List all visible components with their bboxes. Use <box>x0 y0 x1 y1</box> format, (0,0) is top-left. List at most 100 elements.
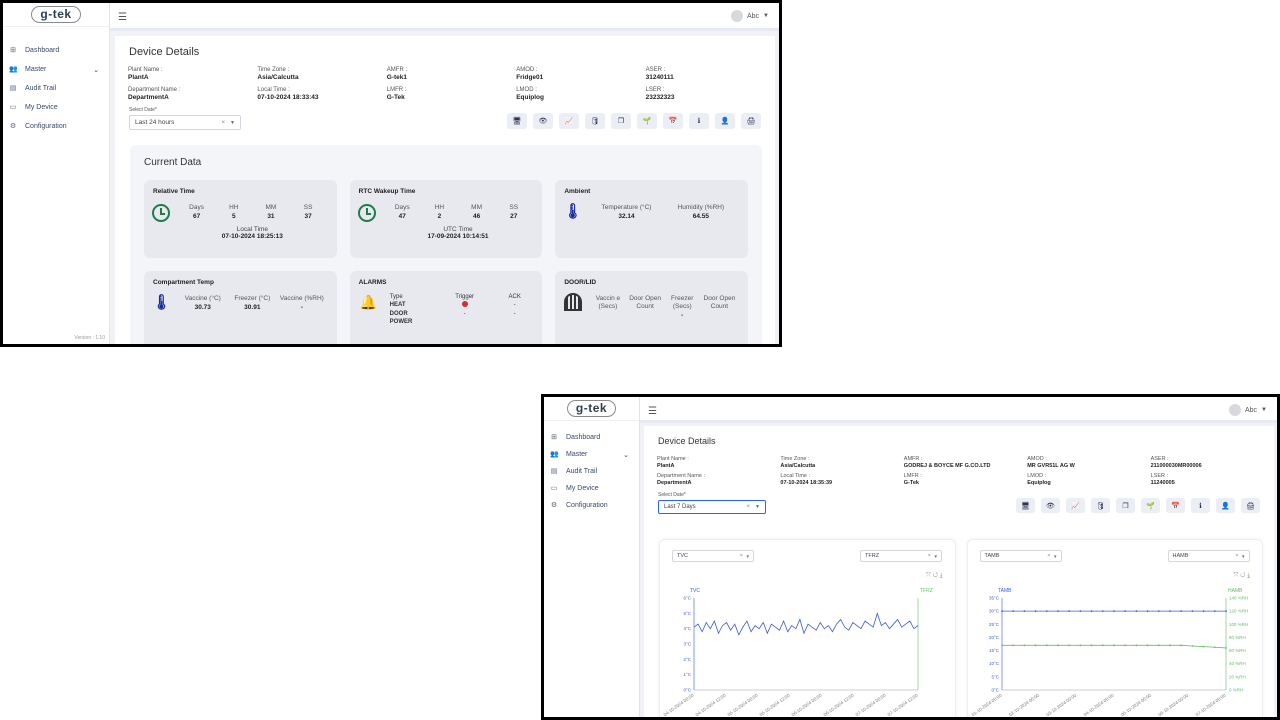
sidebar-item-dashboard[interactable]: ⊞ Dashboard <box>3 41 109 60</box>
download-icon[interactable]: ⤓ <box>940 573 945 579</box>
left-series-select[interactable]: TVC × ▼ <box>672 550 754 562</box>
clear-icon[interactable]: × <box>740 553 743 559</box>
sidebar-item-label: Configuration <box>25 123 67 130</box>
sidebar-item-audit-trail[interactable]: ▤ Audit Trail <box>3 79 109 98</box>
print-icon[interactable]: 🖨 <box>1241 498 1260 513</box>
col-head: Door Open Count <box>703 295 736 310</box>
days-col: Days 67 <box>178 204 215 220</box>
user-menu[interactable]: Abc ▼ <box>1228 404 1267 416</box>
info-icon[interactable]: ℹ <box>689 113 709 129</box>
sidebar-item-dashboard[interactable]: ⊞ Dashboard <box>544 429 639 446</box>
col-value: 46 <box>472 213 481 220</box>
info-lmod: LMOD : Equiplog <box>1027 473 1150 486</box>
menu-toggle-icon[interactable]: ☰ <box>648 406 657 417</box>
user-menu[interactable]: Abc ▼ <box>730 10 769 22</box>
sidebar-item-master[interactable]: 👥 Master ⌄ <box>3 60 109 79</box>
chart-icon[interactable]: 📈 <box>559 113 579 129</box>
sidebar-item-my-device[interactable]: ▭ My Device <box>544 480 639 497</box>
chevron-down-icon[interactable]: ▼ <box>230 120 235 126</box>
left-series-select[interactable]: TAMB × ▼ <box>979 550 1062 562</box>
menu-toggle-icon[interactable]: ☰ <box>118 12 127 23</box>
eye-icon[interactable]: 👁 <box>533 113 553 129</box>
zoom-icon[interactable]: ⤧ <box>926 573 933 579</box>
door-open-count-col: Door Open Count <box>701 295 738 319</box>
data-point-hamb <box>1146 644 1148 647</box>
sidebar-item-my-device[interactable]: ▭ My Device <box>3 98 109 117</box>
col-head: Days <box>189 204 204 211</box>
plant-icon[interactable]: 🌱 <box>637 113 657 129</box>
sidebar-item-audit-trail[interactable]: ▤ Audit Trail <box>544 463 639 480</box>
logo[interactable]: g-tek <box>544 397 639 421</box>
logo[interactable]: g-tek <box>3 3 109 27</box>
info-lmfr: LMFR : G-Tek <box>387 87 516 101</box>
clear-icon[interactable]: × <box>1235 553 1238 559</box>
x-tick-label: 05-10-2024 12:00 <box>759 692 791 717</box>
chevron-down-icon[interactable]: ▼ <box>1241 554 1245 559</box>
date-select-value: Last 7 Days <box>664 504 696 510</box>
chevron-down-icon[interactable]: ▼ <box>755 504 760 510</box>
right-series-select[interactable]: TFRZ × ▼ <box>860 550 942 562</box>
select-value: TVC <box>677 553 688 559</box>
chevron-down-icon[interactable]: ▼ <box>1053 554 1057 559</box>
utc-time: UTC Time 17-09-2024 10:14:51 <box>384 226 533 240</box>
data-point-tamb <box>1112 610 1115 613</box>
clear-icon[interactable]: × <box>1047 553 1050 559</box>
reset-icon[interactable]: ↺ <box>933 573 940 579</box>
download-icon[interactable]: ⤓ <box>1247 573 1252 579</box>
chevron-down-icon[interactable]: ▼ <box>746 554 750 559</box>
print-icon[interactable]: 🖨 <box>741 113 761 129</box>
date-select-input[interactable]: Last 24 hours × ▼ <box>129 115 241 130</box>
copy-icon[interactable]: ❐ <box>611 113 631 129</box>
data-point-hamb <box>1079 644 1081 647</box>
filter-row: Select Date* Last 24 hours × ▼ 🖥 👁 📈 🛢 ❐ 🌱… <box>115 101 775 135</box>
main-panel: Device Details Plant Name : PlantA Time Z… <box>115 36 775 344</box>
info-label: AMOD : <box>1027 456 1047 462</box>
x-tick-label: 07-10-2024 00:00 <box>1194 692 1226 717</box>
clear-icon[interactable]: × <box>928 553 931 559</box>
alert-dot-icon <box>461 301 468 307</box>
clear-icon[interactable]: × <box>221 119 225 126</box>
clear-icon[interactable]: × <box>746 504 750 510</box>
chart-tools: ⤧↺⤓ <box>926 573 945 580</box>
user-settings-icon[interactable]: 👤 <box>715 113 735 129</box>
sidebar-item-label: Master <box>566 451 588 458</box>
x-tick-label: 04-10-2024 12:00 <box>695 692 727 717</box>
copy-icon[interactable]: ❐ <box>1116 498 1135 513</box>
y-tick-label: 2°C <box>683 657 691 662</box>
database-icon[interactable]: 🛢 <box>585 113 605 129</box>
sidebar-item-label: Dashboard <box>25 47 60 54</box>
database-icon[interactable]: 🛢 <box>1091 498 1110 513</box>
calendar-icon[interactable]: 📅 <box>1166 498 1185 513</box>
info-icon[interactable]: ℹ <box>1191 498 1210 513</box>
date-select-input[interactable]: Last 7 Days × ▼ <box>658 500 766 514</box>
tamb-hamb-chart-card: TAMB × ▼ HAMB × ▼ ⤧↺⤓ TAMB HAMB 35°C 30°C 25°C 20… <box>966 539 1263 717</box>
info-label: Time Zone : <box>780 456 810 462</box>
sidebar-item-configuration[interactable]: ⚙ Configuration <box>544 497 639 514</box>
calendar-icon[interactable]: 📅 <box>663 113 683 129</box>
info-label: Department Name : <box>128 87 181 93</box>
info-value: G-Tek <box>386 94 405 101</box>
info-aser: ASER :31240111 <box>646 67 775 81</box>
gear-icon: ⚙ <box>550 501 558 509</box>
y-tick-label: 10°C <box>988 661 999 666</box>
tvc-line-chart: TVC TFRZ 6°C 5°C 4°C 3°C 2°C 1°C 0°C04-10-2024 0… <box>663 588 933 717</box>
eye-icon[interactable]: 👁 <box>1041 498 1060 513</box>
right-series-select[interactable]: HAMB × ▼ <box>1167 550 1250 562</box>
data-point-tamb <box>1067 610 1070 613</box>
trigger-value: - <box>463 311 466 317</box>
chevron-down-icon[interactable]: ▼ <box>934 554 938 559</box>
archive-icon: ▤ <box>550 467 558 475</box>
chart-icon[interactable]: 📈 <box>1066 498 1085 513</box>
sidebar-item-master[interactable]: 👥 Master ⌄ <box>544 446 639 463</box>
user-settings-icon[interactable]: 👤 <box>1216 498 1235 513</box>
plant-icon[interactable]: 🌱 <box>1141 498 1160 513</box>
chevron-down-icon: ⌄ <box>93 66 99 74</box>
monitor-icon[interactable]: 🖥 <box>507 113 527 129</box>
info-label: AMFR : <box>386 67 408 73</box>
sidebar: g-tek ⊞ Dashboard 👥 Master ⌄ ▤ Audit Trail ▭… <box>544 397 640 717</box>
sidebar-item-configuration[interactable]: ⚙ Configuration <box>3 117 109 136</box>
info-plant-name: Plant Name : PlantA <box>657 456 780 469</box>
monitor-icon[interactable]: 🖥 <box>1016 498 1035 513</box>
info-lmfr: LMFR : G-Tek <box>904 473 1027 486</box>
archive-icon: ▤ <box>9 84 17 92</box>
